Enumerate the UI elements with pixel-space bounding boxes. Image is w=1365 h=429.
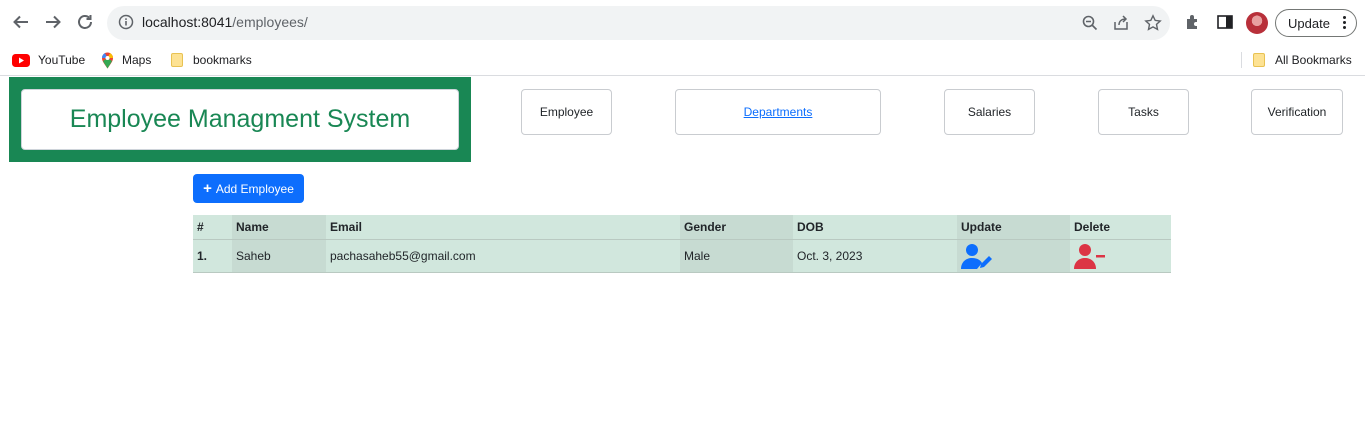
brand-panel: Employee Managment System [9,77,471,162]
nav-salaries-button[interactable]: Salaries [944,89,1035,135]
all-bookmarks-label: All Bookmarks [1275,53,1352,67]
brand-card: Employee Managment System [21,89,459,150]
bookmark-label: Maps [122,53,152,67]
bookmarks-bar: YouTube Maps bookmarks All Bookmarks [0,44,1365,76]
zoom-icon[interactable] [1081,14,1099,32]
bookmark-youtube[interactable]: YouTube [12,51,85,69]
bookmark-star-icon[interactable] [1144,14,1162,32]
nav-label: Verification [1267,105,1327,119]
nav-tasks-button[interactable]: Tasks [1098,89,1189,135]
bookmark-folder[interactable]: bookmarks [171,51,252,69]
edit-user-icon[interactable] [961,243,993,272]
maps-icon [102,52,113,68]
folder-icon [1253,53,1265,67]
site-info-icon[interactable] [118,14,134,35]
nav-label: Employee [539,105,594,119]
more-menu-icon[interactable] [1343,16,1347,31]
row-name: Saheb [232,239,326,273]
nav-label: Tasks [1128,105,1159,119]
header-gender: Gender [680,215,793,240]
row-number: 1. [193,239,232,273]
table-header-row: # Name Email Gender DOB Update Delete [193,215,1171,240]
update-label: Update [1288,15,1330,31]
header-update: Update [957,215,1070,240]
update-button[interactable]: Update [1275,9,1357,37]
add-employee-label: Add Employee [215,181,294,196]
url-host: localhost:8041 [142,14,233,30]
browser-toolbar: localhost:8041/employees/ Update [0,0,1365,44]
table-row: 1. Saheb pachasaheb55@gmail.com Male Oct… [193,239,1171,273]
page-title: Employee Managment System [69,105,411,133]
bookmark-label: bookmarks [193,53,252,67]
bookmarks-divider [1241,52,1242,68]
row-dob: Oct. 3, 2023 [793,239,957,273]
row-update-cell [957,239,1070,273]
side-panel-icon[interactable] [1216,13,1234,36]
row-gender: Male [680,239,793,273]
header-delete: Delete [1070,215,1171,240]
employees-table: # Name Email Gender DOB Update Delete 1.… [193,215,1171,273]
header-name: Name [232,215,326,240]
add-employee-button[interactable]: + Add Employee [193,174,304,203]
all-bookmarks[interactable]: All Bookmarks [1253,51,1352,69]
nav-label: Salaries [967,105,1012,119]
forward-icon[interactable] [40,9,66,35]
address-bar[interactable]: localhost:8041/employees/ [107,6,1170,40]
remove-user-icon[interactable] [1074,243,1106,272]
nav-label: Departments [743,105,813,119]
nav-employee-button[interactable]: Employee [521,89,612,135]
header-number: # [193,215,232,240]
url-path: /employees/ [232,14,308,30]
url-text[interactable]: localhost:8041/employees/ [142,14,308,30]
youtube-icon [12,53,30,67]
row-email: pachasaheb55@gmail.com [326,239,680,273]
row-delete-cell [1070,239,1171,273]
nav-verification-button[interactable]: Verification [1251,89,1343,135]
share-icon[interactable] [1112,14,1130,32]
plus-icon: + [203,180,212,197]
reload-icon[interactable] [72,9,98,35]
header-email: Email [326,215,680,240]
extensions-icon[interactable] [1184,13,1202,36]
profile-avatar[interactable] [1246,12,1268,34]
header-dob: DOB [793,215,957,240]
back-icon[interactable] [8,9,34,35]
bookmark-maps[interactable]: Maps [101,51,151,69]
nav-departments-button[interactable]: Departments [675,89,881,135]
bookmark-label: YouTube [38,53,86,67]
folder-icon [171,53,183,67]
